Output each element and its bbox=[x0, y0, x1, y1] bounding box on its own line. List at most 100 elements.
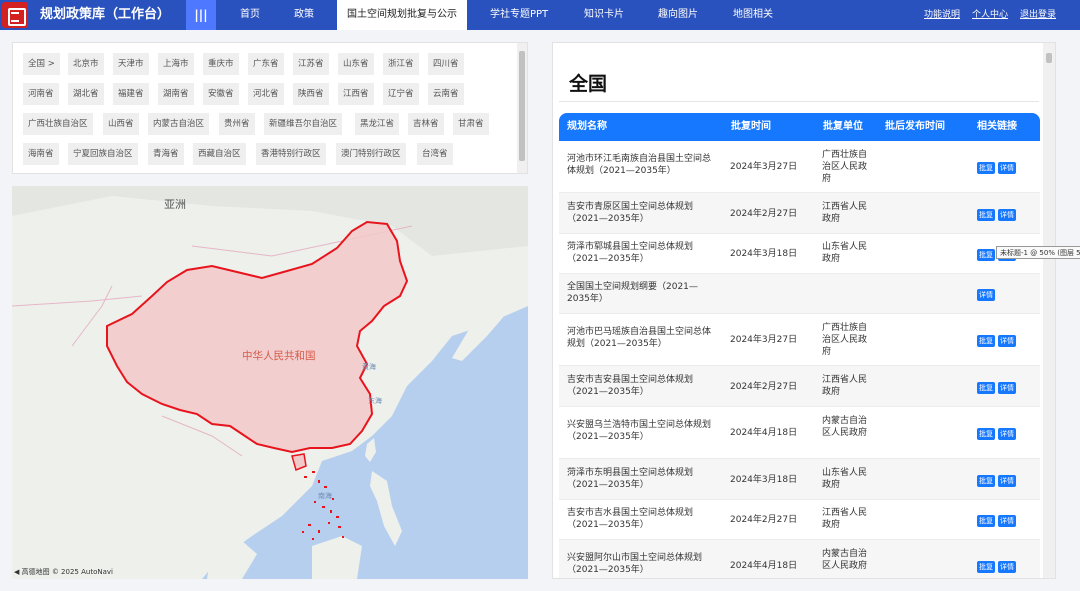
detail-link[interactable]: 详情 bbox=[998, 209, 1016, 221]
approval-link[interactable]: 批复 bbox=[977, 561, 995, 573]
province-chip[interactable]: 陕西省 bbox=[293, 83, 329, 105]
plan-name[interactable]: 兴安盟阿尔山市国土空间总体规划（2021—2035年） bbox=[567, 552, 719, 576]
nav-knowledge-cards[interactable]: 知识卡片 bbox=[584, 0, 624, 30]
col-approval-unit: 批复单位 bbox=[823, 121, 863, 132]
plan-name[interactable]: 吉安市吉水县国土空间总体规划（2021—2035年） bbox=[567, 507, 719, 531]
table-row[interactable]: 菏泽市东明县国土空间总体规划（2021—2035年） 2024年3月18日 山东… bbox=[559, 459, 1040, 500]
province-chip[interactable]: 天津市 bbox=[113, 53, 149, 75]
table-row[interactable]: 河池市巴马瑶族自治县国土空间总体规划（2021—2035年） 2024年3月27… bbox=[559, 314, 1040, 366]
province-chip[interactable]: 宁夏回族自治区 bbox=[68, 143, 138, 165]
plan-name[interactable]: 全国国土空间规划纲要（2021—2035年） bbox=[567, 281, 719, 305]
detail-link[interactable]: 详情 bbox=[998, 515, 1016, 527]
approval-link[interactable]: 批复 bbox=[977, 249, 995, 261]
province-chip[interactable]: 澳门特别行政区 bbox=[336, 143, 406, 165]
detail-link[interactable]: 详情 bbox=[977, 289, 995, 301]
plan-name[interactable]: 菏泽市郓城县国土空间总体规划（2021—2035年） bbox=[567, 241, 719, 265]
approval-link[interactable]: 批复 bbox=[977, 382, 995, 394]
grid-menu-button[interactable]: ||| bbox=[186, 0, 216, 30]
province-chip[interactable]: 青海省 bbox=[148, 143, 184, 165]
province-chip[interactable]: 江西省 bbox=[338, 83, 374, 105]
approval-link[interactable]: 批复 bbox=[977, 162, 995, 174]
profile-link[interactable]: 个人中心 bbox=[972, 0, 1008, 30]
app-logo-icon[interactable] bbox=[2, 2, 28, 28]
detail-link[interactable]: 详情 bbox=[998, 428, 1016, 440]
province-chip[interactable]: 云南省 bbox=[428, 83, 464, 105]
table-row[interactable]: 吉安市青原区国土空间总体规划（2021—2035年） 2024年2月27日 江西… bbox=[559, 193, 1040, 234]
province-chip[interactable]: 山东省 bbox=[338, 53, 374, 75]
approval-date: 2024年4月18日 bbox=[730, 428, 798, 438]
sea-label: 黄海 bbox=[362, 363, 376, 371]
col-plan-name: 规划名称 bbox=[567, 121, 607, 132]
province-scroll-thumb[interactable] bbox=[519, 51, 525, 161]
plan-name[interactable]: 河池市环江毛南族自治县国土空间总体规划（2021—2035年） bbox=[567, 153, 719, 177]
province-chip[interactable]: 河北省 bbox=[248, 83, 284, 105]
province-chip[interactable]: 西藏自治区 bbox=[193, 143, 246, 165]
nav-land-planning[interactable]: 国土空间规划批复与公示 bbox=[337, 0, 467, 30]
approval-link[interactable]: 批复 bbox=[977, 475, 995, 487]
province-chip[interactable]: 全国 > bbox=[23, 53, 60, 75]
detail-link[interactable]: 详情 bbox=[998, 162, 1016, 174]
table-row[interactable]: 全国国土空间规划纲要（2021—2035年） 详情 bbox=[559, 274, 1040, 314]
province-chip[interactable]: 山西省 bbox=[103, 113, 139, 135]
province-chip[interactable]: 甘肃省 bbox=[453, 113, 489, 135]
approval-link[interactable]: 批复 bbox=[977, 515, 995, 527]
detail-link[interactable]: 详情 bbox=[998, 382, 1016, 394]
province-chip[interactable]: 广西壮族自治区 bbox=[23, 113, 93, 135]
panel-scroll-thumb[interactable] bbox=[1046, 53, 1052, 63]
nav-home[interactable]: 首页 bbox=[240, 0, 260, 30]
table-row[interactable]: 吉安市吉水县国土空间总体规划（2021—2035年） 2024年2月27日 江西… bbox=[559, 500, 1040, 540]
country-label: 中华人民共和国 bbox=[242, 350, 316, 362]
province-chip[interactable]: 黑龙江省 bbox=[355, 113, 400, 135]
province-chip[interactable]: 吉林省 bbox=[408, 113, 444, 135]
approval-link[interactable]: 批复 bbox=[977, 428, 995, 440]
table-row[interactable]: 兴安盟乌兰浩特市国土空间总体规划（2021—2035年） 2024年4月18日 … bbox=[559, 407, 1040, 459]
province-chip[interactable]: 安徽省 bbox=[203, 83, 239, 105]
province-chip[interactable]: 浙江省 bbox=[383, 53, 419, 75]
approval-date: 2024年3月18日 bbox=[730, 475, 798, 485]
detail-link[interactable]: 详情 bbox=[998, 561, 1016, 573]
province-chip[interactable]: 香港特别行政区 bbox=[256, 143, 326, 165]
table-row[interactable]: 兴安盟阿尔山市国土空间总体规划（2021—2035年） 2024年4月18日 内… bbox=[559, 540, 1040, 578]
map-view[interactable]: 亚洲 中华人民共和国 黄海 东海 南海 ◀ 高德地图 © 2025 AutoNa… bbox=[12, 186, 528, 579]
province-chip[interactable]: 辽宁省 bbox=[383, 83, 419, 105]
help-link[interactable]: 功能说明 bbox=[924, 0, 960, 30]
province-chip[interactable]: 福建省 bbox=[113, 83, 149, 105]
nav-policy[interactable]: 政策 bbox=[294, 0, 314, 30]
nav-images[interactable]: 趣向图片 bbox=[658, 0, 698, 30]
province-chip[interactable]: 湖南省 bbox=[158, 83, 194, 105]
approval-link[interactable]: 批复 bbox=[977, 209, 995, 221]
plan-name[interactable]: 河池市巴马瑶族自治县国土空间总体规划（2021—2035年） bbox=[567, 326, 719, 350]
province-chip[interactable]: 贵州省 bbox=[219, 113, 255, 135]
nav-ppt[interactable]: 学社专题PPT bbox=[490, 0, 548, 30]
province-chip[interactable]: 上海市 bbox=[158, 53, 194, 75]
plan-name[interactable]: 菏泽市东明县国土空间总体规划（2021—2035年） bbox=[567, 467, 719, 491]
approval-link[interactable]: 批复 bbox=[977, 335, 995, 347]
plan-name[interactable]: 兴安盟乌兰浩特市国土空间总体规划（2021—2035年） bbox=[567, 419, 719, 443]
province-chip[interactable]: 河南省 bbox=[23, 83, 59, 105]
table-row[interactable]: 吉安市吉安县国土空间总体规划（2021—2035年） 2024年2月27日 江西… bbox=[559, 366, 1040, 407]
table-row[interactable]: 河池市环江毛南族自治县国土空间总体规划（2021—2035年） 2024年3月2… bbox=[559, 141, 1040, 193]
plan-name[interactable]: 吉安市青原区国土空间总体规划（2021—2035年） bbox=[567, 201, 719, 225]
approval-unit: 江西省人民政府 bbox=[822, 202, 868, 224]
detail-link[interactable]: 详情 bbox=[998, 335, 1016, 347]
province-chip[interactable]: 北京市 bbox=[68, 53, 104, 75]
province-chip[interactable]: 台湾省 bbox=[417, 143, 453, 165]
plan-name[interactable]: 吉安市吉安县国土空间总体规划（2021—2035年） bbox=[567, 374, 719, 398]
province-chip[interactable]: 内蒙古自治区 bbox=[148, 113, 210, 135]
approval-unit: 江西省人民政府 bbox=[822, 375, 868, 397]
province-chip[interactable]: 新疆维吾尔自治区 bbox=[264, 113, 343, 135]
table-row[interactable]: 菏泽市郓城县国土空间总体规划（2021—2035年） 2024年3月18日 山东… bbox=[559, 234, 1040, 274]
province-chip[interactable]: 湖北省 bbox=[68, 83, 104, 105]
approval-unit: 内蒙古自治区人民政府 bbox=[822, 416, 868, 438]
panel-scrollbar[interactable] bbox=[1043, 43, 1055, 578]
province-chip[interactable]: 重庆市 bbox=[203, 53, 239, 75]
detail-link[interactable]: 详情 bbox=[998, 475, 1016, 487]
tooltip: 未标题-1 @ 50% (图层 5 bbox=[996, 246, 1080, 259]
logout-link[interactable]: 退出登录 bbox=[1020, 0, 1056, 30]
province-scrollbar[interactable] bbox=[517, 43, 527, 173]
province-chip[interactable]: 江苏省 bbox=[293, 53, 329, 75]
province-chip[interactable]: 海南省 bbox=[23, 143, 59, 165]
province-chip[interactable]: 四川省 bbox=[428, 53, 464, 75]
province-chip[interactable]: 广东省 bbox=[248, 53, 284, 75]
nav-maps[interactable]: 地图相关 bbox=[733, 0, 773, 30]
